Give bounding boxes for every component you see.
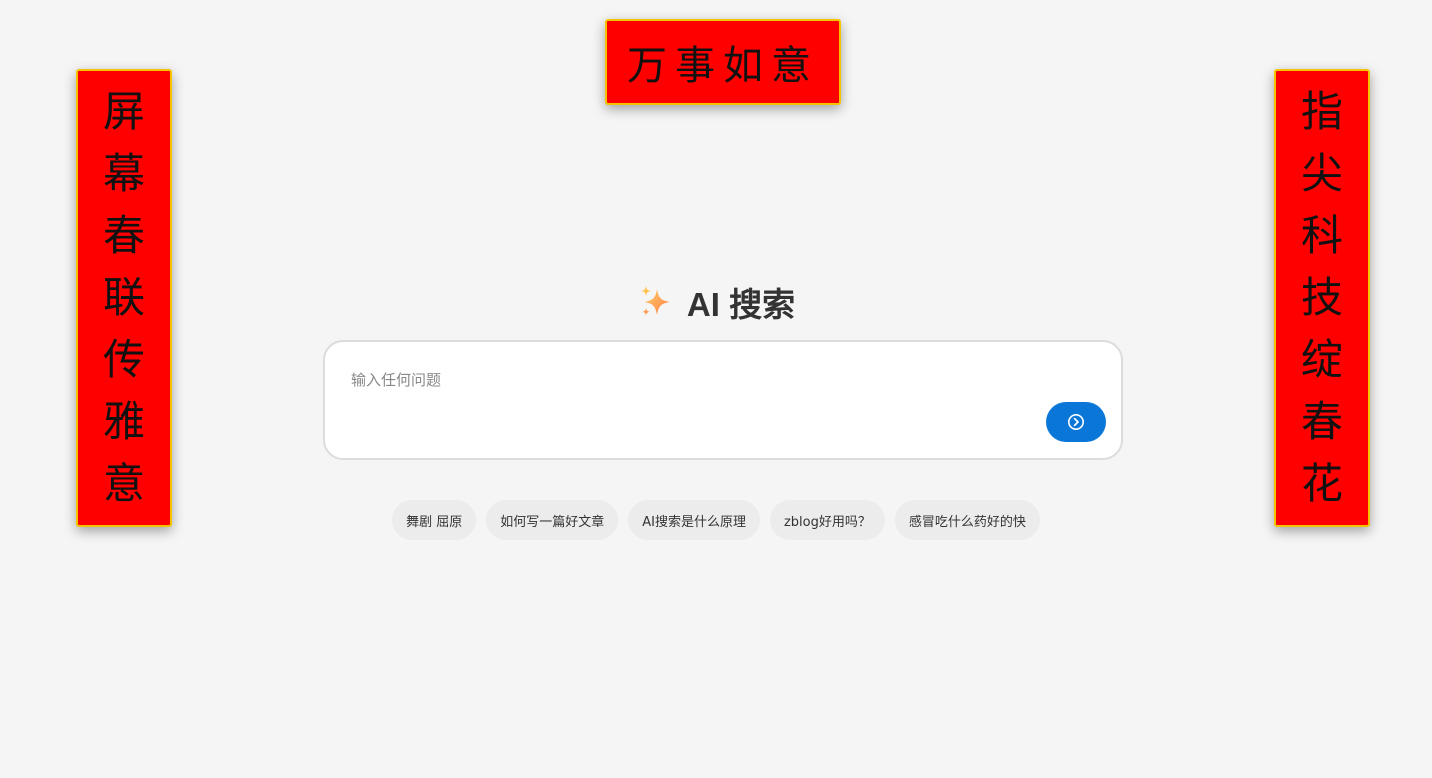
arrow-right-circle-icon <box>1068 414 1084 430</box>
couplet-top-text: 万事如意 <box>627 43 819 89</box>
suggestion-chip[interactable]: AI搜索是什么原理 <box>628 500 760 540</box>
suggestion-chip[interactable]: 如何写一篇好文章 <box>486 500 619 540</box>
couplet-left-char: 雅 <box>102 397 145 446</box>
send-button[interactable] <box>1046 402 1106 442</box>
couplet-left-char: 传 <box>102 335 145 384</box>
couplet-left-char: 幕 <box>102 149 145 198</box>
couplet-horizontal-banner: 万事如意 <box>605 19 841 105</box>
couplet-left-char: 屏 <box>102 87 145 136</box>
page-title: AI 搜索 <box>686 286 796 323</box>
couplet-right-char: 春 <box>1300 397 1343 446</box>
couplet-right-char: 花 <box>1300 459 1343 508</box>
page: 万事如意 屏 幕 春 联 传 雅 意 指 尖 科 技 绽 春 花 AI 搜索 输… <box>0 0 1432 778</box>
suggestion-chip[interactable]: 感冒吃什么药好的快 <box>894 500 1040 540</box>
couplet-left-char: 意 <box>102 459 145 508</box>
suggestion-chip[interactable]: zblog好用吗？ <box>769 500 885 540</box>
couplet-right-char: 绽 <box>1300 335 1343 384</box>
search-box <box>323 340 1123 460</box>
search-input[interactable] <box>349 364 1033 396</box>
couplet-right-char: 科 <box>1300 211 1343 260</box>
suggestion-chip[interactable]: 舞剧 屈原 <box>392 500 477 540</box>
sparkle-icon <box>640 286 670 316</box>
couplet-right-char: 指 <box>1300 87 1343 136</box>
couplet-right-char: 尖 <box>1300 149 1343 198</box>
page-heading: AI 搜索 <box>0 280 1432 324</box>
suggestion-list: 舞剧 屈原 如何写一篇好文章 AI搜索是什么原理 zblog好用吗？ 感冒吃什么… <box>0 500 1432 540</box>
couplet-left-char: 春 <box>102 211 145 260</box>
